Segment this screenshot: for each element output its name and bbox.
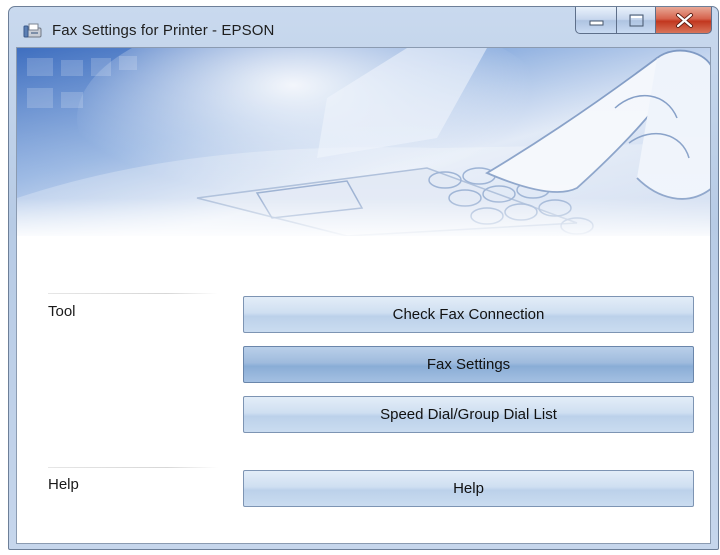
close-button[interactable] — [655, 7, 712, 34]
minimize-button[interactable] — [575, 7, 617, 34]
fax-app-icon — [23, 22, 43, 40]
close-icon — [676, 13, 693, 28]
help-section-divider — [48, 467, 218, 468]
help-button[interactable]: Help — [243, 470, 694, 507]
title-bar[interactable]: Fax Settings for Printer - EPSON — [9, 7, 718, 47]
check-fax-connection-button[interactable]: Check Fax Connection — [243, 296, 694, 333]
banner-image — [17, 48, 710, 236]
tool-section-divider — [48, 293, 218, 294]
maximize-button[interactable] — [616, 7, 656, 34]
tool-section-label: Tool — [48, 303, 76, 320]
window-title: Fax Settings for Printer - EPSON — [52, 22, 275, 39]
minimize-icon — [589, 20, 604, 26]
client-area: Tool Check Fax Connection Fax Settings S… — [16, 47, 711, 544]
help-section-label: Help — [48, 476, 79, 493]
fax-settings-button[interactable]: Fax Settings — [243, 346, 694, 383]
speed-dial-group-dial-list-button[interactable]: Speed Dial/Group Dial List — [243, 396, 694, 433]
maximize-icon — [629, 14, 644, 27]
fax-settings-window: Fax Settings for Printer - EPSON Tool Ch… — [8, 6, 719, 550]
